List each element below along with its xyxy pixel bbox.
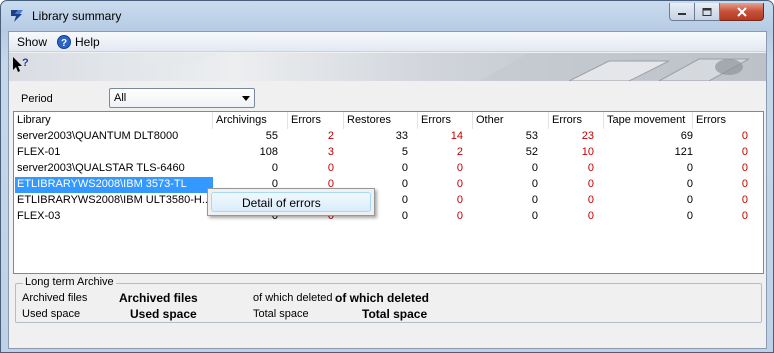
table-row-selected[interactable]: ETLIBRARYWS2008\IBM 3573-TL 0 0 0 0 0 0 … [14, 177, 763, 193]
column-other-errors[interactable]: Errors [549, 112, 604, 129]
menu-show[interactable]: Show [17, 35, 47, 49]
cell-tape-errors: 0 [741, 210, 748, 222]
close-button[interactable] [720, 3, 764, 21]
column-restores[interactable]: Restores [344, 112, 418, 129]
cell-other: 0 [531, 210, 538, 222]
table-header: Library Archivings Errors Restores Error… [14, 112, 763, 129]
menu-help[interactable]: Help [75, 35, 100, 49]
cell-tape-errors: 0 [741, 146, 748, 158]
maximize-icon [702, 7, 712, 16]
help-icon: ? [57, 35, 71, 49]
period-label: Period [21, 93, 53, 105]
cell-other-errors: 0 [587, 162, 594, 174]
cell-restore-errors: 14 [450, 130, 463, 142]
chevron-down-icon [242, 96, 250, 101]
cell-other: 0 [531, 162, 538, 174]
used-space-value: Used space [130, 307, 197, 321]
cell-tape-movement: 0 [686, 162, 693, 174]
context-item-label: Detail of errors [242, 196, 321, 210]
table-row[interactable]: server2003\QUALSTAR TLS-6460 0 0 0 0 0 0… [14, 161, 763, 177]
period-selected-value: All [114, 92, 127, 104]
total-space-value: Total space [362, 307, 428, 321]
cell-other-errors: 0 [587, 210, 594, 222]
menu-bar: Show ? Help [9, 32, 766, 52]
context-menu: Detail of errors [207, 188, 375, 216]
period-dropdown[interactable]: All [109, 88, 255, 108]
toolbar: ? [9, 53, 766, 81]
main-window: Library summary Show ? Help ? Period All… [0, 0, 774, 353]
context-item-detail-of-errors[interactable]: Detail of errors [211, 192, 371, 212]
cell-archivings: 108 [259, 146, 278, 158]
cell-restore-errors: 0 [456, 178, 463, 190]
deleted-value: of which deleted [335, 291, 430, 305]
svg-text:?: ? [61, 38, 67, 49]
column-archiving-errors[interactable]: Errors [288, 112, 344, 129]
deleted-label: of which deleted [253, 292, 333, 304]
library-table[interactable]: Library Archivings Errors Restores Error… [13, 111, 764, 274]
window-title: Library summary [32, 9, 122, 23]
cell-tape-movement: 0 [686, 178, 693, 190]
column-restore-errors[interactable]: Errors [418, 112, 473, 129]
cell-restores: 33 [395, 130, 408, 142]
title-bar[interactable]: Library summary [1, 1, 773, 31]
svg-text:?: ? [22, 57, 29, 69]
cell-archiving-errors: 2 [327, 130, 334, 142]
cell-archiving-errors: 3 [327, 146, 334, 158]
column-archivings[interactable]: Archivings [213, 112, 288, 129]
whats-this-icon[interactable]: ? [11, 56, 29, 74]
long-term-archive-legend: Long term Archive [23, 276, 116, 288]
cell-library: FLEX-03 [17, 210, 61, 222]
cell-tape-errors: 0 [741, 162, 748, 174]
cell-archivings: 0 [271, 162, 278, 174]
cell-restores: 0 [401, 162, 408, 174]
total-space-label: Total space [253, 308, 309, 320]
cell-restore-errors: 0 [456, 162, 463, 174]
toolbar-banner-art [139, 53, 766, 81]
used-space-label: Used space [22, 308, 81, 320]
cell-library: ETLIBRARYWS2008\IBM ULT3580-H... [17, 194, 211, 206]
column-library[interactable]: Library [14, 112, 213, 129]
cell-restore-errors: 0 [456, 194, 463, 206]
cell-other: 0 [531, 194, 538, 206]
table-row[interactable]: FLEX-01 108 3 5 2 52 10 121 0 [14, 145, 763, 161]
cell-archiving-errors: 0 [327, 162, 334, 174]
table-row[interactable]: ETLIBRARYWS2008\IBM ULT3580-H... 0 0 0 0… [14, 193, 763, 209]
cell-other: 53 [525, 130, 538, 142]
cell-tape-movement: 0 [686, 194, 693, 206]
app-icon [11, 10, 23, 22]
cell-tape-movement: 121 [674, 146, 693, 158]
close-icon [736, 6, 747, 17]
cell-other: 52 [525, 146, 538, 158]
column-tape-movement[interactable]: Tape movement [604, 112, 693, 129]
cell-other-errors: 0 [587, 178, 594, 190]
cell-tape-movement: 69 [680, 130, 693, 142]
cell-other-errors: 0 [587, 194, 594, 206]
cell-tape-errors: 0 [741, 194, 748, 206]
client-area: Show ? Help ? Period All Library Archivi… [8, 31, 767, 349]
cell-library: ETLIBRARYWS2008\IBM 3573-TL [17, 178, 187, 190]
archived-files-label: Archived files [22, 292, 88, 304]
cell-restore-errors: 2 [456, 146, 463, 158]
cell-tape-movement: 0 [686, 210, 693, 222]
cell-library: server2003\QUALSTAR TLS-6460 [17, 162, 185, 174]
cell-library: server2003\QUANTUM DLT8000 [17, 130, 179, 142]
table-row[interactable]: server2003\QUANTUM DLT8000 55 2 33 14 53… [14, 129, 763, 145]
archived-files-value: Archived files [119, 291, 198, 305]
cell-tape-errors: 0 [741, 178, 748, 190]
column-tape-errors[interactable]: Errors [693, 112, 763, 129]
cell-other-errors: 23 [581, 130, 594, 142]
column-other[interactable]: Other [473, 112, 549, 129]
minimize-button[interactable] [669, 3, 695, 21]
minimize-icon [678, 12, 686, 15]
cell-restore-errors: 0 [456, 210, 463, 222]
maximize-button[interactable] [695, 3, 720, 21]
cell-other: 0 [531, 178, 538, 190]
cell-restores: 5 [401, 146, 408, 158]
cell-archivings: 55 [265, 130, 278, 142]
cell-library: FLEX-01 [17, 146, 61, 158]
cell-tape-errors: 0 [741, 130, 748, 142]
table-row[interactable]: FLEX-03 0 0 0 0 0 0 0 0 [14, 209, 763, 225]
cell-other-errors: 10 [581, 146, 594, 158]
